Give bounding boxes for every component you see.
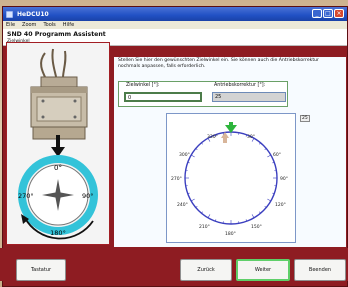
dial-label-300: 300°: [179, 152, 190, 158]
menu-help[interactable]: Hilfe: [63, 22, 74, 28]
title-bar[interactable]: HeDCU10 _ □ ×: [3, 7, 347, 21]
target-angle-field[interactable]: 0: [124, 92, 202, 102]
window-title: HeDCU10: [17, 10, 49, 18]
dial-tick: [267, 154, 271, 158]
angle-dial-frame[interactable]: 330° 30° 300° 60° 270° 90° 240° 120° 210…: [166, 113, 296, 243]
keyboard-button[interactable]: Tastatur: [16, 259, 66, 281]
drive-correction-field[interactable]: 25: [212, 92, 286, 102]
menu-tools[interactable]: Tools: [43, 22, 55, 28]
close-button[interactable]: ×: [334, 9, 344, 18]
dial-label-90: 90°: [280, 176, 288, 182]
illustration-panel: 0° 270° 90° 180°: [6, 42, 110, 245]
angle-dial[interactable]: 330° 30° 300° 60° 270° 90° 240° 120° 210…: [167, 114, 295, 242]
angle-label-0: 0°: [54, 164, 62, 172]
dial-tick: [267, 198, 271, 202]
page-title: SND 40 Programm Assistent: [7, 31, 106, 38]
maximize-button[interactable]: □: [323, 9, 333, 18]
next-button[interactable]: Weiter: [236, 259, 290, 281]
minimize-button[interactable]: _: [312, 9, 322, 18]
angle-label-90: 90°: [82, 192, 94, 200]
instruction-text: Stellen Sie hier den gewünschten Zielwin…: [118, 58, 319, 69]
dial-tick: [251, 214, 255, 218]
dial-label-240: 240°: [177, 202, 188, 208]
dial-tick: [207, 214, 211, 218]
correction-indicator: 25: [300, 115, 310, 122]
angle-label-270: 270°: [18, 192, 34, 200]
app-icon: [6, 10, 13, 18]
dial-label-180: 180°: [225, 231, 236, 237]
correction-marker-stem: [223, 138, 227, 143]
dial-label-150: 150°: [251, 224, 262, 230]
dial-label-330: 330°: [207, 134, 218, 140]
dial-label-270: 270°: [171, 176, 182, 182]
finish-button[interactable]: Beenden: [294, 259, 346, 281]
target-angle-label: Zielwinkel [°]:: [126, 83, 160, 88]
dial-label-30: 30°: [247, 134, 255, 140]
dial-label-120: 120°: [275, 202, 286, 208]
dial-label-60: 60°: [273, 152, 281, 158]
dial-label-210: 210°: [199, 224, 210, 230]
window-controls: _ □ ×: [312, 9, 344, 18]
angle-label-180: 180°: [50, 229, 66, 237]
menu-file[interactable]: Eile: [6, 22, 15, 28]
drive-correction-label: Antriebskorrektur [°]:: [214, 83, 266, 88]
dial-tick: [191, 198, 195, 202]
menu-zoom[interactable]: Zoom: [22, 22, 36, 28]
device-illustration: 0° 270° 90° 180°: [18, 48, 98, 240]
back-button[interactable]: Zurück: [180, 259, 232, 281]
dial-tick: [191, 154, 195, 158]
menu-bar: Eile Zoom Tools Hilfe: [3, 21, 347, 29]
